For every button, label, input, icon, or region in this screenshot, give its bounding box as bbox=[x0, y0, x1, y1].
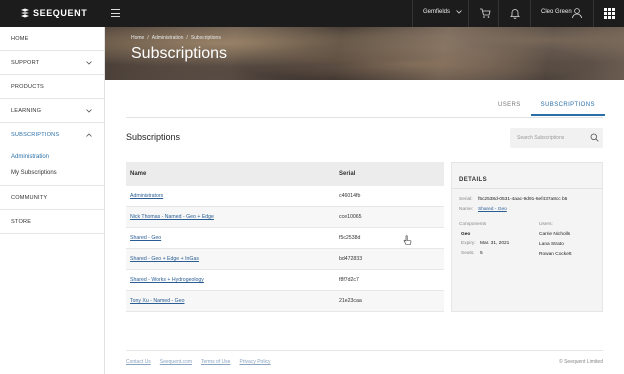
tab-bar: USERS SUBSCRIPTIONS bbox=[488, 96, 605, 116]
subscription-serial: f8f7d2c7 bbox=[339, 277, 359, 283]
expiry-value: Mar. 31, 2021 bbox=[480, 241, 510, 246]
sidebar-item-community[interactable]: COMMUNITY bbox=[0, 186, 104, 210]
copyright: © Seequent Limited bbox=[559, 359, 603, 365]
workspace-selector[interactable]: Gemfields bbox=[423, 9, 462, 15]
footer-divider bbox=[126, 350, 603, 351]
user-list-item: Rowan Cockett bbox=[539, 252, 572, 257]
column-header-serial[interactable]: Serial bbox=[339, 171, 355, 177]
brand-logo[interactable]: SEEQUENT bbox=[20, 8, 87, 18]
column-header-name[interactable]: Name bbox=[126, 171, 339, 177]
sidebar-item-label: COMMUNITY bbox=[11, 194, 48, 201]
table-row[interactable]: Shared - Geo f5c2538d bbox=[126, 228, 444, 249]
table-row[interactable]: Shared - Geo + Edge + InGas bd472833 bbox=[126, 249, 444, 270]
sidebar-item-home[interactable]: HOME bbox=[0, 27, 104, 51]
serial-value: f5c2538d-0531-4aac-9d91-6ef437a8cc b5 bbox=[478, 197, 568, 202]
breadcrumb: Home / Administration / Subscriptions bbox=[131, 35, 221, 41]
sidebar-item-support[interactable]: SUPPORT bbox=[0, 51, 104, 75]
footer-link-seequent[interactable]: Seequent.com bbox=[160, 359, 192, 365]
apps-grid-icon[interactable] bbox=[604, 8, 615, 19]
cart-icon[interactable] bbox=[479, 7, 491, 19]
seats-value: 5 bbox=[480, 251, 483, 256]
components-label: Components bbox=[459, 222, 487, 227]
details-title: DETAILS bbox=[459, 177, 488, 183]
tab-divider bbox=[126, 117, 603, 118]
user-list-item: Lana Strato bbox=[539, 242, 564, 247]
footer-link-privacy[interactable]: Privacy Policy bbox=[239, 359, 270, 365]
footer-link-terms[interactable]: Terms of Use bbox=[201, 359, 230, 365]
tab-subscriptions[interactable]: SUBSCRIPTIONS bbox=[530, 96, 605, 116]
subscription-name-link[interactable]: Tony Xu - Named - Geo bbox=[126, 298, 339, 304]
user-list-item: Carrie Nicholls bbox=[539, 232, 571, 237]
sidebar-item-label: PRODUCTS bbox=[11, 83, 44, 90]
subscriptions-table: Name Serial Administrators c46014fb Nick… bbox=[126, 162, 444, 312]
sidebar-item-label: SUPPORT bbox=[11, 59, 40, 66]
subscription-name-link[interactable]: Nick Thomas - Named - Geo + Edge bbox=[126, 214, 339, 220]
sidebar-item-label: HOME bbox=[11, 35, 29, 42]
details-panel: DETAILS Serial: f5c2538d-0531-4aac-9d91-… bbox=[451, 162, 603, 312]
sidebar-item-label: STORE bbox=[11, 218, 32, 225]
footer-link-contact[interactable]: Contact Us bbox=[126, 359, 151, 365]
sidebar-item-subscriptions[interactable]: SUBSCRIPTIONS bbox=[0, 123, 104, 147]
expiry-label: Expiry: bbox=[461, 241, 476, 246]
chevron-down-icon[interactable] bbox=[86, 108, 92, 113]
search-icon[interactable] bbox=[590, 133, 599, 142]
search-input[interactable] bbox=[510, 128, 580, 148]
sidebar-item-learning[interactable]: LEARNING bbox=[0, 99, 104, 123]
subscription-serial: bd472833 bbox=[339, 256, 363, 262]
breadcrumb-separator: / bbox=[186, 35, 188, 41]
name-value-link[interactable]: Shared - Geo bbox=[478, 207, 507, 212]
table-body: Administrators c46014fb Nick Thomas - Na… bbox=[126, 186, 444, 312]
sidebar-subitem-my-subscriptions[interactable]: My Subscriptions bbox=[0, 165, 104, 181]
breadcrumb-separator: / bbox=[147, 35, 149, 41]
serial-label: Serial: bbox=[459, 197, 473, 202]
sidebar-item-label: LEARNING bbox=[11, 107, 42, 114]
subscription-serial: 21e23caa bbox=[339, 298, 362, 304]
sidebar-subitem-administration[interactable]: Administration bbox=[0, 149, 104, 165]
table-row[interactable]: Shared - Works + Hydrogeology f8f7d2c7 bbox=[126, 270, 444, 291]
breadcrumb-home[interactable]: Home bbox=[131, 35, 144, 41]
top-bar: SEEQUENT Gemfields Cleo Green bbox=[0, 0, 624, 27]
breadcrumb-subscriptions: Subscriptions bbox=[190, 35, 221, 41]
seequent-logo-icon bbox=[21, 8, 29, 18]
table-row[interactable]: Nick Thomas - Named - Geo + Edge cce1006… bbox=[126, 207, 444, 228]
bell-icon[interactable] bbox=[509, 7, 521, 19]
user-name[interactable]: Cleo Green bbox=[541, 9, 572, 15]
brand-name: SEEQUENT bbox=[33, 8, 88, 18]
chevron-down-icon[interactable] bbox=[86, 60, 92, 65]
subscriptions-subnav: Administration My Subscriptions bbox=[0, 147, 104, 186]
table-row[interactable]: Tony Xu - Named - Geo 21e23caa bbox=[126, 291, 444, 312]
subscription-name-link[interactable]: Shared - Geo bbox=[126, 235, 339, 241]
menu-icon[interactable] bbox=[111, 9, 120, 17]
sidebar: HOME SUPPORT PRODUCTS LEARNING SUBSCRIPT… bbox=[0, 27, 105, 374]
subscription-name-link[interactable]: Shared - Geo + Edge + InGas bbox=[126, 256, 339, 262]
component-name: Geo bbox=[461, 232, 471, 237]
subscription-name-link[interactable]: Administrators bbox=[126, 193, 339, 199]
search-box bbox=[510, 128, 603, 148]
page-title: Subscriptions bbox=[131, 45, 228, 62]
seats-label: Seats: bbox=[461, 251, 475, 256]
details-divider bbox=[452, 188, 602, 189]
table-row[interactable]: Administrators c46014fb bbox=[126, 186, 444, 207]
tab-users[interactable]: USERS bbox=[488, 96, 531, 116]
sidebar-item-products[interactable]: PRODUCTS bbox=[0, 75, 104, 99]
hand-cursor-icon bbox=[403, 235, 412, 245]
subscription-name-link[interactable]: Shared - Works + Hydrogeology bbox=[126, 277, 339, 283]
subscription-serial: c46014fb bbox=[339, 193, 361, 199]
subscription-serial: cce10065 bbox=[339, 214, 362, 220]
chevron-down-icon bbox=[456, 10, 462, 14]
table-header: Name Serial bbox=[126, 162, 444, 186]
section-title: Subscriptions bbox=[126, 132, 181, 142]
workspace-label: Gemfields bbox=[423, 9, 451, 15]
sidebar-item-label: SUBSCRIPTIONS bbox=[11, 132, 60, 138]
subscription-serial: f5c2538d bbox=[339, 235, 361, 241]
sidebar-item-store[interactable]: STORE bbox=[0, 210, 104, 234]
hero-banner: Home / Administration / Subscriptions Su… bbox=[105, 27, 624, 80]
name-label: Name: bbox=[459, 207, 474, 212]
footer-links: Contact Us Seequent.com Terms of Use Pri… bbox=[126, 359, 271, 365]
breadcrumb-administration[interactable]: Administration bbox=[152, 35, 184, 41]
chevron-up-icon[interactable] bbox=[86, 133, 92, 137]
user-icon[interactable] bbox=[571, 7, 583, 19]
users-label: Users: bbox=[539, 222, 553, 227]
